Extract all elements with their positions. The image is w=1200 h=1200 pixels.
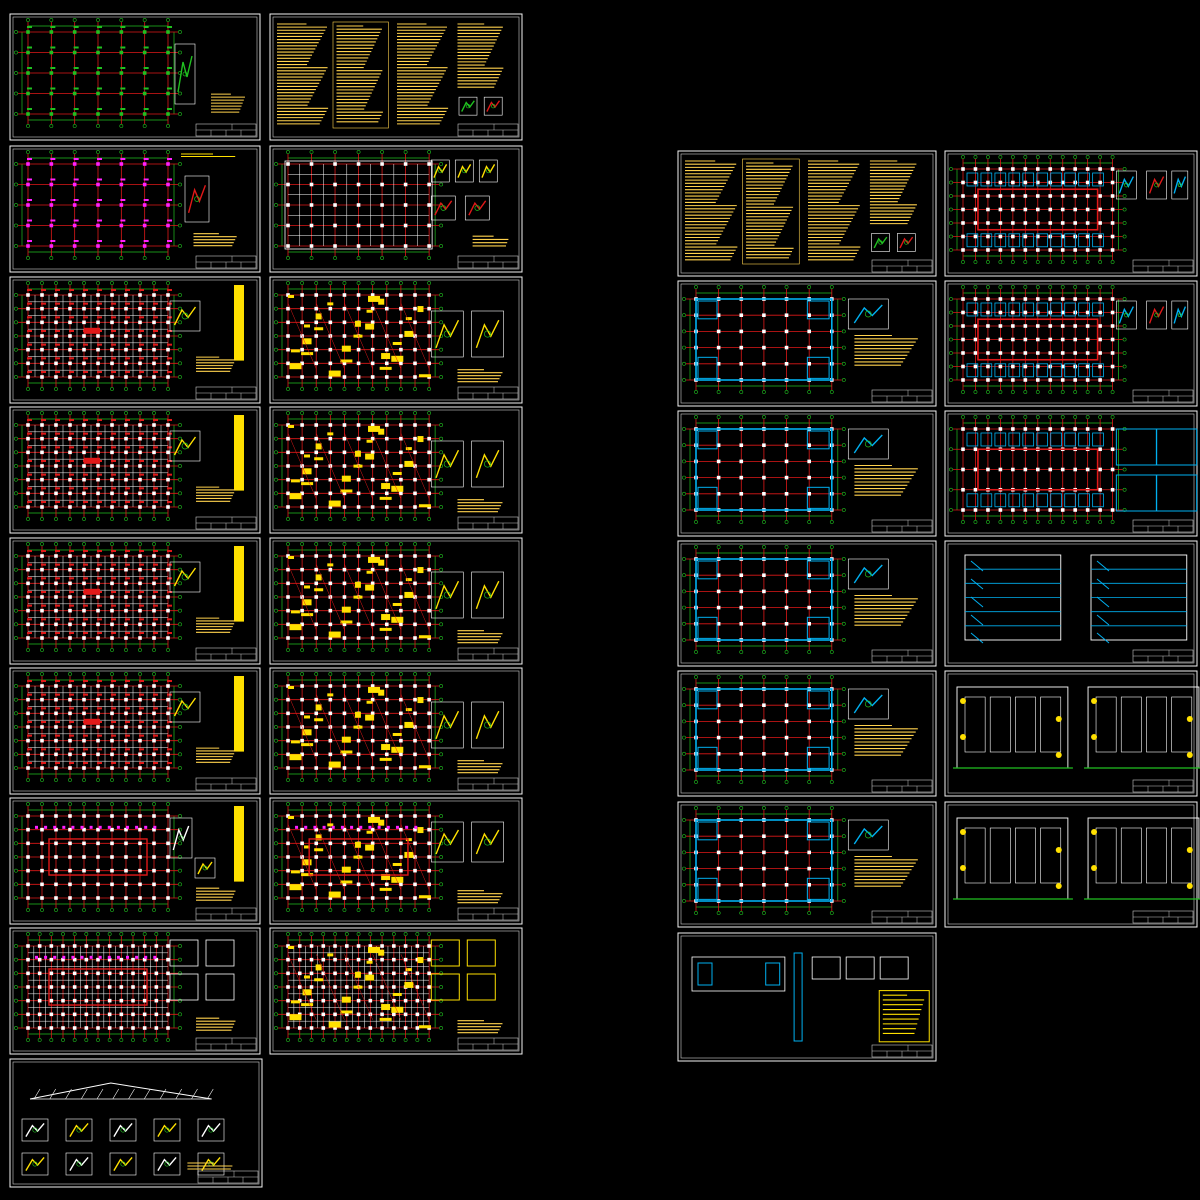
architectural-sheet-11 xyxy=(677,801,937,928)
architectural-sheet-4 xyxy=(944,280,1198,407)
architectural-sheet-10 xyxy=(944,670,1200,797)
notes-text-block xyxy=(211,93,245,113)
structural-sheet-4 xyxy=(269,145,523,273)
structural-sheet-15 xyxy=(9,927,261,1055)
structural-sheet-7 xyxy=(9,406,261,534)
architectural-sheet-5 xyxy=(677,410,937,537)
structural-sheet-13 xyxy=(9,797,261,925)
architectural-sheet-12 xyxy=(944,801,1200,928)
architectural-sheet-2 xyxy=(944,150,1198,277)
architectural-sheet-6 xyxy=(944,410,1198,537)
drawing-set-canvas xyxy=(0,0,1200,1200)
floor-plan-grid xyxy=(14,932,182,1042)
architectural-sheet-8 xyxy=(944,540,1198,667)
structural-sheet-3 xyxy=(9,145,261,273)
structural-sheet-11 xyxy=(9,667,261,795)
structural-sheet-16 xyxy=(269,927,523,1055)
structural-sheet-17 xyxy=(9,1058,263,1188)
structural-sheet-12 xyxy=(269,667,523,795)
structural-sheet-1 xyxy=(9,13,261,141)
structural-sheet-6 xyxy=(269,276,523,404)
architectural-sheet-7 xyxy=(677,540,937,667)
structural-sheet-2 xyxy=(269,13,523,141)
structural-sheet-9 xyxy=(9,537,261,665)
architectural-sheet-1 xyxy=(677,150,937,277)
structural-sheet-5 xyxy=(9,276,261,404)
structural-sheet-14 xyxy=(269,797,523,925)
structural-sheet-10 xyxy=(269,537,523,665)
structural-sheet-8 xyxy=(269,406,523,534)
architectural-sheet-9 xyxy=(677,670,937,797)
architectural-sheet-3 xyxy=(677,280,937,407)
architectural-sheet-13 xyxy=(677,932,937,1062)
floor-plan-grid xyxy=(274,932,444,1042)
floor-plan-grid xyxy=(274,150,444,260)
